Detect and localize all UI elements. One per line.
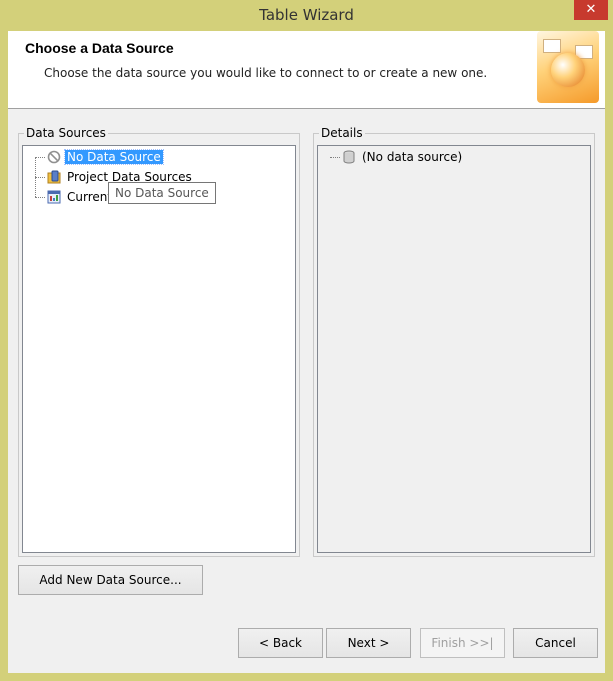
tree-connector	[35, 157, 45, 158]
window-title: Table Wizard	[259, 6, 354, 24]
tree-item-no-data-source[interactable]: No Data Source	[47, 148, 164, 166]
tree-item-label: No Data Source	[64, 149, 164, 165]
no-entry-icon	[47, 150, 61, 164]
tree-connector	[35, 177, 45, 178]
wizard-banner-icon	[537, 31, 599, 103]
title-bar[interactable]: Table Wizard	[0, 0, 613, 31]
page-title: Choose a Data Source	[25, 40, 174, 56]
cancel-button[interactable]: Cancel	[513, 628, 598, 658]
next-button-label: Next >	[347, 636, 390, 650]
dialog-client-area: Choose a Data Source Choose the data sou…	[8, 31, 605, 673]
details-tree[interactable]: (No data source)	[317, 145, 591, 553]
tooltip: No Data Source	[108, 182, 216, 204]
close-button[interactable]: ✕	[574, 0, 608, 20]
data-sources-tree[interactable]: No Data Source Project Data Sources Curr…	[22, 145, 296, 553]
data-sources-label: Data Sources	[24, 126, 108, 140]
orb-graphic	[551, 53, 585, 87]
tree-connector	[330, 157, 340, 158]
close-icon: ✕	[585, 2, 597, 17]
back-button-label: < Back	[258, 636, 302, 650]
card-graphic	[543, 39, 561, 53]
table-wizard-window: Table Wizard ✕ Choose a Data Source Choo…	[0, 0, 613, 681]
tree-item-current[interactable]: Current	[47, 188, 114, 206]
add-new-data-source-button[interactable]: Add New Data Source...	[18, 565, 203, 595]
finish-button-label: Finish >>|	[431, 636, 494, 650]
details-item-label: (No data source)	[362, 150, 463, 164]
add-new-data-source-label: Add New Data Source...	[39, 573, 182, 587]
cancel-button-label: Cancel	[535, 636, 576, 650]
database-icon	[342, 150, 356, 164]
page-description: Choose the data source you would like to…	[44, 66, 488, 80]
next-button[interactable]: Next >	[326, 628, 411, 658]
details-label: Details	[319, 126, 365, 140]
wizard-header: Choose a Data Source Choose the data sou…	[8, 31, 605, 109]
report-icon	[47, 190, 61, 204]
tree-item-label: Current	[67, 190, 113, 204]
finish-button[interactable]: Finish >>|	[420, 628, 505, 658]
details-item[interactable]: (No data source)	[342, 148, 464, 166]
back-button[interactable]: < Back	[238, 628, 323, 658]
database-folder-icon	[47, 170, 61, 184]
tree-connector	[35, 197, 45, 198]
